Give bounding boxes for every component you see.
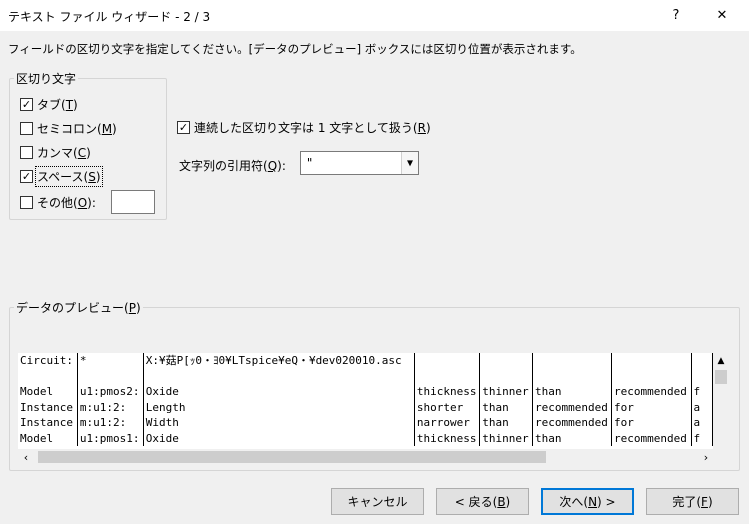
preview-row: Model u1:pmos1: Oxide thickness thinner than r… xyxy=(18,430,713,446)
other-checkbox[interactable]: その他(O): xyxy=(20,193,96,211)
horizontal-scroll-thumb[interactable] xyxy=(38,451,546,463)
semicolon-checkbox[interactable]: セミコロン(M) xyxy=(20,119,117,137)
preview-cell xyxy=(18,368,78,384)
preview-cell: Model xyxy=(18,384,78,400)
tab-check-icon xyxy=(20,97,33,111)
preview-cell xyxy=(611,353,692,369)
preview-row: Circuit: * X:¥菇P[ｯ0・ﾖ0¥LTspice¥eQ・¥dev0200… xyxy=(18,353,713,369)
preview-cell xyxy=(77,368,144,384)
preview-cell: than xyxy=(532,430,612,446)
preview-row xyxy=(18,368,713,384)
back-button[interactable]: < 戻る(B) xyxy=(436,488,529,515)
text-qualifier-select[interactable]: " ▼ xyxy=(300,151,419,175)
space-label: スペース(S) xyxy=(35,165,103,187)
cancel-button[interactable]: キャンセル xyxy=(331,488,424,515)
preview-cell xyxy=(691,353,713,369)
consecutive-check-icon xyxy=(177,120,190,134)
consecutive-label: 連続した区切り文字は 1 文字として扱う(R) xyxy=(194,120,431,135)
preview-cell: Model xyxy=(18,430,78,446)
preview-cell: Length xyxy=(143,399,415,415)
preview-cell xyxy=(532,353,612,369)
preview-row: Instance m:u1:2: Width narrower than recommen… xyxy=(18,415,713,431)
preview-cell: recommended xyxy=(611,430,692,446)
preview-cell: a xyxy=(691,399,713,415)
preview-cell: X:¥菇P[ｯ0・ﾖ0¥LTspice¥eQ・¥dev020010.asc xyxy=(143,353,415,369)
preview-cell: than xyxy=(532,384,612,400)
other-check-icon xyxy=(20,195,33,209)
preview-cell: thickness xyxy=(414,430,481,446)
scroll-up-icon[interactable]: ▲ xyxy=(713,353,729,369)
semicolon-label: セミコロン(M) xyxy=(37,121,117,136)
preview-cell: for xyxy=(611,415,692,431)
preview-row: Model u1:pmos2: Oxide thickness thinner than r… xyxy=(18,384,713,400)
other-label: その他(O): xyxy=(37,195,96,210)
consecutive-delimiters-checkbox[interactable]: 連続した区切り文字は 1 文字として扱う(R) xyxy=(177,118,431,136)
preview-cell: m:u1:2: xyxy=(77,399,144,415)
preview-vertical-scrollbar[interactable]: ▲ xyxy=(713,353,729,449)
preview-cell: than xyxy=(479,399,533,415)
preview-cell: f xyxy=(691,384,713,400)
preview-cell: a xyxy=(691,415,713,431)
next-button[interactable]: 次へ(N) > xyxy=(541,488,634,515)
preview-cell: Instance xyxy=(18,415,78,431)
close-button[interactable]: ✕ xyxy=(699,0,745,31)
preview-cell xyxy=(414,368,481,384)
delimiters-group-label: 区切り文字 xyxy=(14,70,79,87)
preview-cell: than xyxy=(479,415,533,431)
text-qualifier-value: " xyxy=(306,156,314,170)
preview-cell xyxy=(479,353,533,369)
scroll-right-icon[interactable]: › xyxy=(698,449,714,465)
preview-cell: Circuit: xyxy=(18,353,78,369)
preview-cell: recommended xyxy=(532,415,612,431)
preview-cell xyxy=(691,368,713,384)
preview-cell: thickness xyxy=(414,384,481,400)
title-bar: テキスト ファイル ウィザード - 2 / 3 ? ✕ xyxy=(0,0,749,31)
preview-cell: thinner xyxy=(479,430,533,446)
preview-cell xyxy=(611,368,692,384)
preview-cell: recommended xyxy=(532,399,612,415)
tab-checkbox[interactable]: タブ(T) xyxy=(20,95,78,113)
text-qualifier-label: 文字列の引用符(Q): xyxy=(179,159,286,173)
comma-check-icon xyxy=(20,145,33,159)
tab-label: タブ(T) xyxy=(37,97,78,112)
preview-cell: narrower xyxy=(414,415,481,431)
preview-cell: u1:pmos2: xyxy=(77,384,144,400)
preview-cell: for xyxy=(611,399,692,415)
chevron-down-icon[interactable]: ▼ xyxy=(401,152,418,174)
preview-cell: u1:pmos1: xyxy=(77,430,144,446)
vertical-scroll-thumb[interactable] xyxy=(715,370,727,384)
help-icon: ? xyxy=(672,8,680,23)
preview-cell: Oxide xyxy=(143,430,415,446)
preview-cell: m:u1:2: xyxy=(77,415,144,431)
preview-cell: Instance xyxy=(18,399,78,415)
preview-cell: Oxide xyxy=(143,384,415,400)
close-icon: ✕ xyxy=(716,8,728,23)
preview-group-label: データのプレビュー(P) xyxy=(14,299,143,316)
semicolon-check-icon xyxy=(20,121,33,135)
comma-checkbox[interactable]: カンマ(C) xyxy=(20,143,91,161)
preview-table: Circuit: * X:¥菇P[ｯ0・ﾖ0¥LTspice¥eQ・¥dev0200… xyxy=(18,353,713,446)
preview-cell xyxy=(414,353,481,369)
preview-cell xyxy=(532,368,612,384)
space-checkbox[interactable]: スペース(S) xyxy=(20,165,103,187)
scroll-left-icon[interactable]: ‹ xyxy=(18,449,34,465)
instruction-text: フィールドの区切り文字を指定してください。[データのプレビュー] ボックスには区… xyxy=(8,42,582,56)
other-delimiter-input[interactable] xyxy=(111,190,155,214)
preview-cell xyxy=(143,368,415,384)
data-preview-grid[interactable]: Circuit: * X:¥菇P[ｯ0・ﾖ0¥LTspice¥eQ・¥dev0200… xyxy=(18,353,713,449)
window-title: テキスト ファイル ウィザード - 2 / 3 xyxy=(8,10,211,24)
preview-horizontal-scrollbar[interactable]: ‹ › xyxy=(18,449,729,465)
preview-cell: * xyxy=(77,353,144,369)
preview-cell: Width xyxy=(143,415,415,431)
preview-cell xyxy=(479,368,533,384)
help-button[interactable]: ? xyxy=(653,0,699,31)
preview-cell: f xyxy=(691,430,713,446)
comma-label: カンマ(C) xyxy=(37,145,91,160)
preview-cell: recommended xyxy=(611,384,692,400)
finish-button[interactable]: 完了(F) xyxy=(646,488,739,515)
preview-cell: thinner xyxy=(479,384,533,400)
preview-row: Instance m:u1:2: Length shorter than recommen… xyxy=(18,399,713,415)
preview-cell: shorter xyxy=(414,399,481,415)
space-check-icon xyxy=(20,169,33,183)
